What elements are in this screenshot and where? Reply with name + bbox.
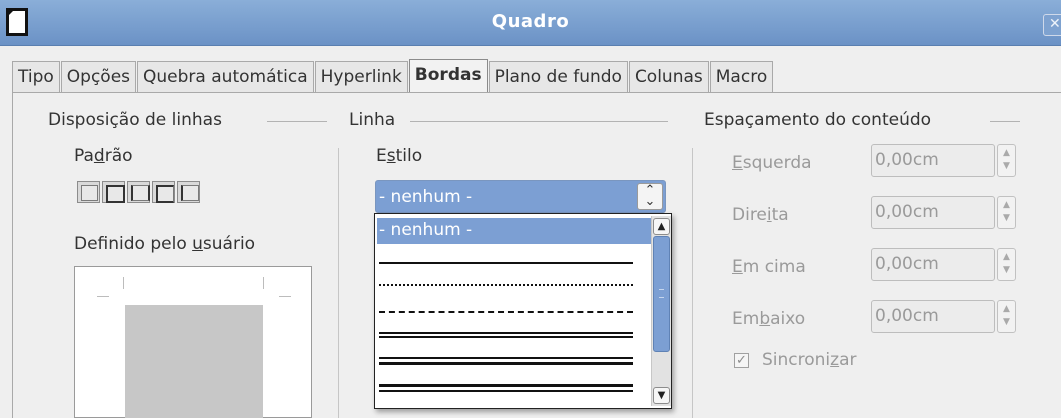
tab-colunas[interactable]: Colunas xyxy=(628,61,709,92)
synchronize-checkbox[interactable]: ✓ xyxy=(734,353,749,368)
column-separator xyxy=(338,148,339,418)
spacing-top-input[interactable]: 0,00cm xyxy=(871,248,995,281)
close-icon[interactable]: ✕ xyxy=(1043,14,1061,36)
border-preview[interactable] xyxy=(74,266,312,418)
border-preset-top-bottom-left-icon[interactable] xyxy=(152,181,175,203)
synchronize-label: Sincronizar xyxy=(762,350,857,370)
line-style-option-none[interactable]: - nenhum - xyxy=(377,218,651,244)
tab-bar: Tipo Opções Quebra automática Hyperlink … xyxy=(12,59,774,92)
title-bar: Quadro ✕ xyxy=(0,0,1061,46)
chevron-up-down-icon[interactable]: ⌃ ⌄ xyxy=(637,183,663,210)
tab-bordas[interactable]: Bordas xyxy=(408,59,488,92)
spacing-left-label: Esquerda xyxy=(732,153,812,173)
scroll-thumb[interactable] xyxy=(653,236,670,352)
content-spacing-title: Espaçamento do conteúdo xyxy=(704,110,932,130)
line-style-option-dashed[interactable] xyxy=(379,305,633,319)
default-label: Padrão xyxy=(74,146,133,166)
spacing-left-input[interactable]: 0,00cm xyxy=(871,144,995,177)
spacing-right-label: Direita xyxy=(732,205,789,225)
border-preset-left-icon[interactable] xyxy=(177,181,200,203)
line-style-option-thin-thick[interactable] xyxy=(379,355,633,369)
border-preset-box-icon[interactable] xyxy=(102,181,125,203)
spacing-right-input[interactable]: 0,00cm xyxy=(871,196,995,229)
preview-content-box xyxy=(125,305,263,418)
spacing-bottom-input[interactable]: 0,00cm xyxy=(871,300,995,333)
tab-tipo[interactable]: Tipo xyxy=(12,61,60,92)
scroll-up-icon[interactable]: ▲ xyxy=(653,218,670,235)
spacing-right-spinner[interactable]: ▲ ▼ xyxy=(997,196,1016,229)
line-arrangement-title: Disposição de linhas xyxy=(48,110,222,130)
column-separator xyxy=(692,148,693,418)
spacing-top-spinner[interactable]: ▲ ▼ xyxy=(997,248,1016,281)
window-title: Quadro xyxy=(491,11,570,32)
spacing-bottom-label: Embaixo xyxy=(732,309,806,329)
line-style-option-double[interactable] xyxy=(379,329,633,343)
border-preset-none-icon[interactable] xyxy=(77,181,100,203)
line-style-option-dotted[interactable] xyxy=(379,278,633,292)
section-divider xyxy=(267,121,327,122)
tab-macro[interactable]: Macro xyxy=(709,61,774,92)
line-style-option-solid[interactable] xyxy=(379,256,633,270)
section-divider xyxy=(990,121,1020,122)
user-defined-label: Definido pelo usuário xyxy=(74,234,256,254)
border-preset-left-right-icon[interactable] xyxy=(127,181,150,203)
corner-mark xyxy=(263,277,264,289)
line-style-value: - nenhum - xyxy=(379,187,473,207)
corner-mark xyxy=(97,296,109,297)
section-divider xyxy=(410,121,668,122)
spacing-left-spinner[interactable]: ▲ ▼ xyxy=(997,144,1016,177)
dropdown-scrollbar[interactable]: ▲ ▼ xyxy=(651,216,671,406)
line-title: Linha xyxy=(349,110,396,130)
scroll-down-icon[interactable]: ▼ xyxy=(653,387,670,404)
corner-mark xyxy=(123,277,124,289)
tab-plano-de-fundo[interactable]: Plano de fundo xyxy=(488,61,628,92)
tab-opcoes[interactable]: Opções xyxy=(60,61,137,92)
corner-mark xyxy=(279,296,291,297)
spacing-top-label: Em cima xyxy=(732,257,806,277)
line-style-select[interactable]: - nenhum - ⌃ ⌄ xyxy=(375,180,666,213)
tab-hyperlink[interactable]: Hyperlink xyxy=(314,61,408,92)
line-style-option-thick-thin[interactable] xyxy=(379,382,633,398)
line-style-dropdown: - nenhum - ▲ ▼ xyxy=(374,213,672,409)
default-presets xyxy=(77,181,200,203)
tab-quebra-automatica[interactable]: Quebra automática xyxy=(137,61,314,92)
spacing-bottom-spinner[interactable]: ▲ ▼ xyxy=(997,300,1016,333)
style-label: Estilo xyxy=(376,146,423,166)
